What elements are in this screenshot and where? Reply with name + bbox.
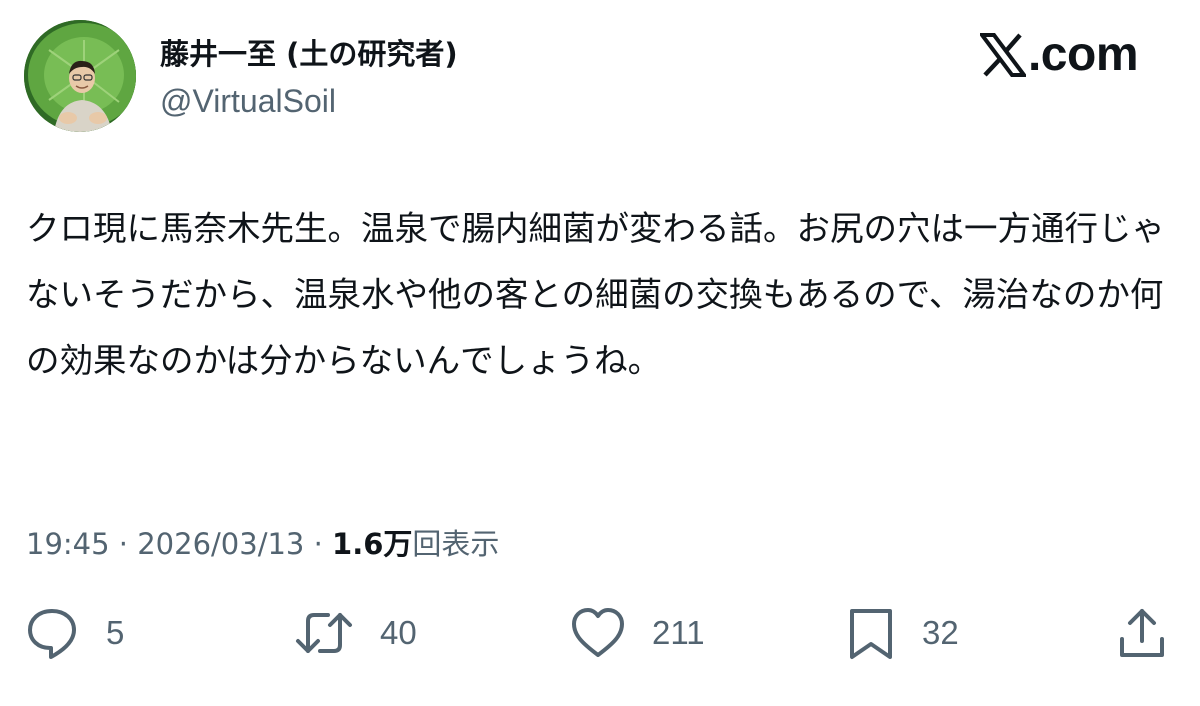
meta-separator: · (304, 527, 333, 561)
reply-button[interactable]: 5 (24, 600, 124, 666)
like-button[interactable]: 211 (570, 600, 705, 666)
share-button[interactable] (1114, 600, 1170, 666)
profile-photo (24, 20, 136, 132)
display-name[interactable]: 藤井一至 (土の研究者) (160, 34, 458, 74)
tweet-time[interactable]: 19:45 (26, 527, 110, 561)
bookmark-icon (846, 605, 896, 661)
bookmark-count: 32 (922, 614, 959, 651)
bookmark-button[interactable]: 32 (846, 600, 959, 666)
x-com-brand: .com (977, 28, 1139, 81)
views-label: 回表示 (412, 527, 500, 561)
tweet-text: クロ現に馬奈木先生。温泉で腸内細菌が変わる話。お尻の穴は一方通行じゃないそうだか… (26, 209, 1165, 380)
brand-text: .com (1027, 28, 1139, 81)
tweet-meta: 19:45 · 2026/03/13 · 1.6万回表示 (26, 522, 499, 566)
tweet-date[interactable]: 2026/03/13 (137, 527, 304, 561)
repost-count: 40 (380, 614, 417, 651)
repost-button[interactable]: 40 (294, 600, 417, 666)
meta-separator: · (109, 527, 138, 561)
user-handle[interactable]: @VirtualSoil (160, 82, 336, 120)
heart-icon (570, 605, 626, 661)
action-bar: 5 40 211 32 (0, 600, 1200, 670)
avatar[interactable] (24, 20, 136, 132)
views-count: 1.6万 (332, 527, 413, 561)
reply-icon (24, 605, 80, 661)
like-count: 211 (652, 614, 705, 651)
reply-count: 5 (106, 614, 125, 651)
x-logo-icon (977, 33, 1028, 77)
share-icon (1114, 605, 1170, 661)
repost-icon (294, 605, 354, 661)
